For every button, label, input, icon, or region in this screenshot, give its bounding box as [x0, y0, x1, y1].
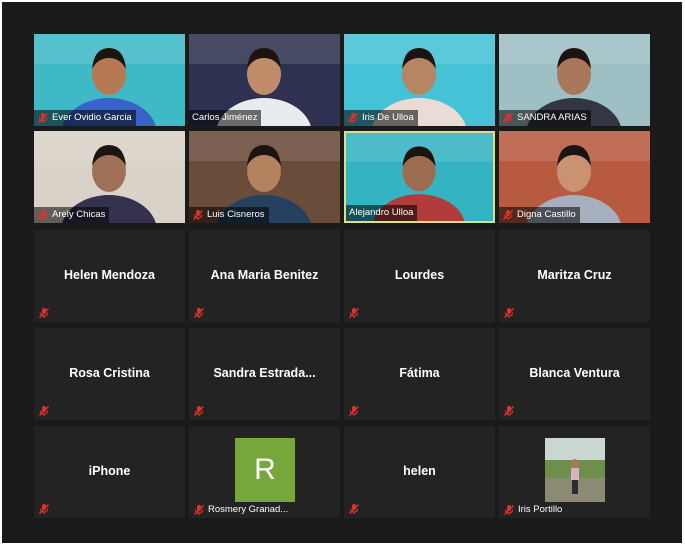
participant-tile[interactable]: Ever Ovidio Garcia: [34, 34, 185, 126]
participant-label: Rosmery Granad...: [189, 502, 292, 518]
microphone-muted-icon: [37, 112, 49, 124]
participant-tile[interactable]: Sandra Estrada...: [189, 328, 340, 420]
participant-name: Maritza Cruz: [537, 268, 612, 282]
participant-label: Arely Chicas: [34, 207, 110, 223]
avatar: R: [235, 438, 295, 502]
gallery-view: Ever Ovidio Garcia Carlos Jiménez Iris De …: [2, 2, 682, 543]
participant-tile[interactable]: Maritza Cruz: [499, 230, 650, 322]
microphone-muted-icon: [193, 306, 205, 318]
participant-label: Iris De Ulloa: [344, 110, 418, 126]
participant-label: Digna Castillo: [499, 207, 580, 223]
participant-name: Carlos Jiménez: [192, 112, 258, 123]
participant-grid: Ever Ovidio Garcia Carlos Jiménez Iris De …: [2, 2, 682, 543]
microphone-muted-icon: [348, 306, 360, 318]
participant-tile[interactable]: Digna Castillo: [499, 131, 650, 223]
avatar-letter: R: [235, 438, 295, 502]
participant-tile[interactable]: R Rosmery Granad...: [189, 426, 340, 518]
participant-name: Rosmery Granad...: [208, 504, 289, 515]
participant-tile[interactable]: SANDRA ARIAS: [499, 34, 650, 126]
participant-tile[interactable]: Ana Maria Benitez: [189, 230, 340, 322]
participant-tile[interactable]: Helen Mendoza: [34, 230, 185, 322]
participant-name: Arely Chicas: [52, 209, 106, 220]
participant-label: Alejandro Ulloa: [346, 205, 418, 221]
participant-tile[interactable]: Iris Portillo: [499, 426, 650, 518]
microphone-muted-icon: [38, 306, 50, 318]
microphone-muted-icon: [37, 209, 49, 221]
participant-tile[interactable]: Fátima: [344, 328, 495, 420]
participant-label: Iris Portillo: [499, 502, 566, 518]
participant-tile[interactable]: Arely Chicas: [34, 131, 185, 223]
participant-name: Alejandro Ulloa: [349, 207, 414, 218]
microphone-muted-icon: [193, 404, 205, 416]
participant-name: Sandra Estrada...: [213, 366, 316, 380]
participant-label: Carlos Jiménez: [189, 110, 262, 126]
participant-name: Ana Maria Benitez: [210, 268, 319, 282]
microphone-muted-icon: [192, 209, 204, 221]
participant-name: Luis Cisneros: [207, 209, 265, 220]
avatar-photo: [545, 438, 605, 502]
participant-tile[interactable]: Carlos Jiménez: [189, 34, 340, 126]
participant-name: Digna Castillo: [517, 209, 576, 220]
participant-name: SANDRA ARIAS: [517, 112, 587, 123]
participant-tile[interactable]: iPhone: [34, 426, 185, 518]
microphone-muted-icon: [503, 306, 515, 318]
microphone-muted-icon: [503, 504, 515, 516]
participant-name: helen: [403, 464, 436, 478]
participant-name: Ever Ovidio Garcia: [52, 112, 132, 123]
participant-name: Helen Mendoza: [64, 268, 155, 282]
participant-tile[interactable]: Iris De Ulloa: [344, 34, 495, 126]
microphone-muted-icon: [502, 209, 514, 221]
microphone-muted-icon: [38, 404, 50, 416]
participant-tile[interactable]: Luis Cisneros: [189, 131, 340, 223]
participant-label: SANDRA ARIAS: [499, 110, 591, 126]
participant-name: Fátima: [399, 366, 440, 380]
participant-tile[interactable]: Alejandro Ulloa: [344, 131, 495, 223]
microphone-muted-icon: [503, 404, 515, 416]
microphone-muted-icon: [348, 404, 360, 416]
participant-name: Iris De Ulloa: [362, 112, 414, 123]
participant-tile[interactable]: Blanca Ventura: [499, 328, 650, 420]
microphone-muted-icon: [347, 112, 359, 124]
microphone-muted-icon: [502, 112, 514, 124]
participant-name: iPhone: [88, 464, 131, 478]
participant-tile[interactable]: Rosa Cristina: [34, 328, 185, 420]
participant-label: Ever Ovidio Garcia: [34, 110, 136, 126]
participant-name: Lourdes: [394, 268, 445, 282]
participant-name: Rosa Cristina: [69, 366, 150, 380]
participant-tile[interactable]: helen: [344, 426, 495, 518]
microphone-muted-icon: [193, 504, 205, 516]
participant-label: Luis Cisneros: [189, 207, 269, 223]
microphone-muted-icon: [38, 502, 50, 514]
participant-name: Blanca Ventura: [529, 366, 620, 380]
microphone-muted-icon: [348, 502, 360, 514]
participant-name: Iris Portillo: [518, 504, 563, 515]
participant-tile[interactable]: Lourdes: [344, 230, 495, 322]
